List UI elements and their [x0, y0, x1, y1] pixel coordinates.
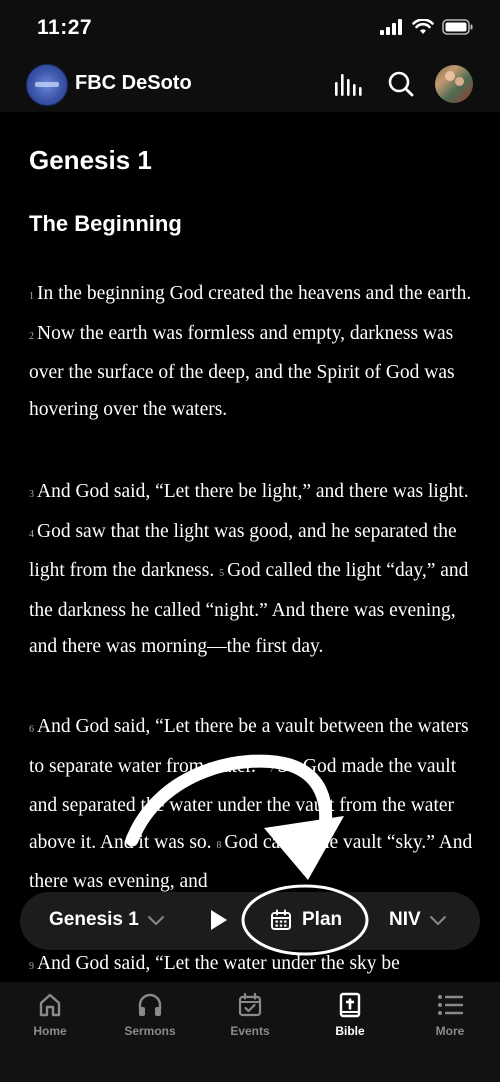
tab-home[interactable]: Home — [0, 990, 100, 1038]
status-time: 11:27 — [37, 16, 93, 39]
headphones-icon — [138, 993, 162, 1016]
app-title: FBC DeSoto — [75, 72, 192, 94]
reader-controls-bar: Genesis 1 Plan NIV — [20, 892, 480, 950]
calendar-check-icon — [238, 992, 262, 1017]
chevron-down-icon — [429, 916, 446, 925]
tab-more-label: More — [435, 1024, 465, 1038]
verse-number[interactable]: 8 — [216, 840, 221, 851]
tab-bible-label: Bible — [335, 1024, 365, 1038]
passage-paragraph: 9 And God said, “Let the water under the … — [29, 946, 474, 986]
menu-list-icon — [438, 995, 464, 1015]
chevron-down-icon — [147, 916, 164, 925]
tab-events-label: Events — [230, 1024, 270, 1038]
verse-text[interactable]: And God said, “Let there be light,” and … — [37, 481, 469, 502]
verse-number[interactable]: 6 — [29, 724, 34, 735]
battery-icon — [442, 19, 473, 35]
home-icon — [39, 993, 61, 1017]
passage-paragraph: 3 And God said, “Let there be light,” and… — [29, 474, 474, 666]
verse-number[interactable]: 4 — [29, 529, 34, 540]
cellular-signal-icon — [380, 19, 402, 35]
tab-home-label: Home — [33, 1024, 67, 1038]
search-icon[interactable] — [388, 70, 414, 98]
verse-number[interactable]: 1 — [29, 291, 34, 302]
chapter-title: Genesis 1 — [29, 145, 152, 175]
verse-text[interactable]: Now the earth was formless and empty, da… — [29, 323, 455, 420]
tab-more[interactable]: More — [400, 990, 500, 1038]
verse-text[interactable]: And God said, “Let the water under the s… — [37, 953, 400, 974]
bible-icon — [339, 992, 361, 1018]
status-bar: 11:27 — [0, 0, 500, 58]
calendar-icon — [271, 909, 291, 930]
status-icons — [380, 19, 474, 35]
verse-text[interactable]: In the beginning God created the heavens… — [37, 283, 471, 304]
verse-number[interactable]: 9 — [29, 961, 34, 972]
audio-bars-icon[interactable] — [333, 70, 363, 98]
passage-paragraph: 6 And God said, “Let there be a vault bet… — [29, 709, 474, 901]
church-logo[interactable] — [26, 64, 68, 106]
version-selector[interactable]: NIV — [389, 909, 447, 931]
app-header: FBC DeSoto — [0, 58, 500, 112]
play-icon[interactable] — [206, 908, 230, 932]
chapter-selector[interactable]: Genesis 1 — [49, 909, 165, 931]
verse-number[interactable]: 7 — [269, 764, 274, 775]
tab-bible[interactable]: Bible — [300, 990, 400, 1038]
wifi-icon — [412, 19, 434, 34]
bottom-tab-bar: Home Sermons Events Bible More — [0, 982, 500, 1082]
verse-number[interactable]: 2 — [29, 331, 34, 342]
verse-number[interactable]: 5 — [219, 568, 224, 579]
verse-number[interactable]: 3 — [29, 489, 34, 500]
plan-button-label: Plan — [302, 909, 343, 930]
avatar[interactable] — [435, 65, 473, 103]
version-selector-label: NIV — [389, 909, 421, 930]
plan-button[interactable]: Plan — [270, 909, 342, 931]
chapter-selector-label: Genesis 1 — [49, 909, 139, 930]
tab-events[interactable]: Events — [200, 990, 300, 1038]
tab-sermons[interactable]: Sermons — [100, 990, 200, 1038]
passage-paragraph: 1 In the beginning God created the heaven… — [29, 276, 474, 428]
tab-sermons-label: Sermons — [124, 1024, 176, 1038]
section-title: The Beginning — [29, 211, 182, 236]
